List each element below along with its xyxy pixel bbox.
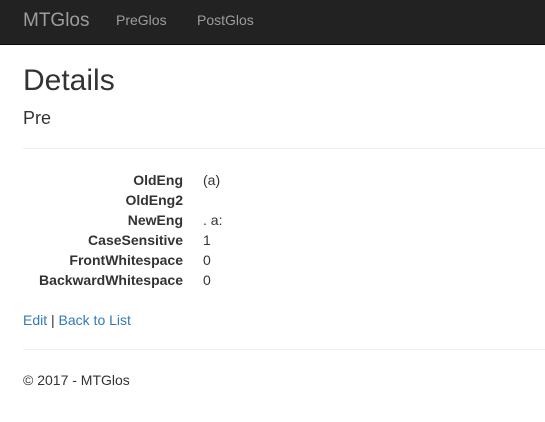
detail-value: . a: bbox=[203, 212, 223, 228]
detail-row-oldeng2: OldEng2 bbox=[0, 190, 545, 210]
detail-row-neweng: NewEng . a: bbox=[0, 210, 545, 230]
footer-divider bbox=[23, 349, 545, 350]
page-title: Details bbox=[23, 64, 115, 97]
detail-row-casesensitive: CaseSensitive 1 bbox=[0, 230, 545, 250]
nav-link-preglos[interactable]: PreGlos bbox=[116, 11, 167, 29]
footer-copyright: © 2017 - MTGlos bbox=[23, 372, 130, 388]
detail-value: 1 bbox=[203, 232, 211, 248]
navbar: MTGlos PreGlos PostGlos bbox=[0, 0, 545, 45]
detail-row-oldeng: OldEng (a) bbox=[0, 170, 545, 190]
detail-value: 0 bbox=[203, 252, 211, 268]
detail-term: CaseSensitive bbox=[88, 232, 183, 248]
page-subtitle: Pre bbox=[23, 108, 52, 128]
nav-link-postglos[interactable]: PostGlos bbox=[197, 11, 254, 29]
divider bbox=[23, 148, 545, 149]
details-list: OldEng (a) OldEng2 NewEng . a: CaseSensi… bbox=[0, 170, 545, 290]
link-separator: | bbox=[51, 312, 55, 328]
detail-term: OldEng bbox=[133, 172, 183, 188]
detail-term: BackwardWhitespace bbox=[39, 272, 183, 288]
detail-term: NewEng bbox=[127, 212, 183, 228]
detail-row-frontwhitespace: FrontWhitespace 0 bbox=[0, 250, 545, 270]
detail-term: FrontWhitespace bbox=[69, 252, 183, 268]
brand-link[interactable]: MTGlos bbox=[23, 9, 90, 33]
detail-value: 0 bbox=[203, 272, 211, 288]
detail-term: OldEng2 bbox=[125, 192, 183, 208]
action-links: Edit | Back to List bbox=[23, 310, 131, 330]
edit-link[interactable]: Edit bbox=[23, 312, 47, 328]
detail-row-backwardwhitespace: BackwardWhitespace 0 bbox=[0, 270, 545, 290]
detail-value: (a) bbox=[203, 172, 221, 188]
back-to-list-link[interactable]: Back to List bbox=[59, 312, 131, 328]
